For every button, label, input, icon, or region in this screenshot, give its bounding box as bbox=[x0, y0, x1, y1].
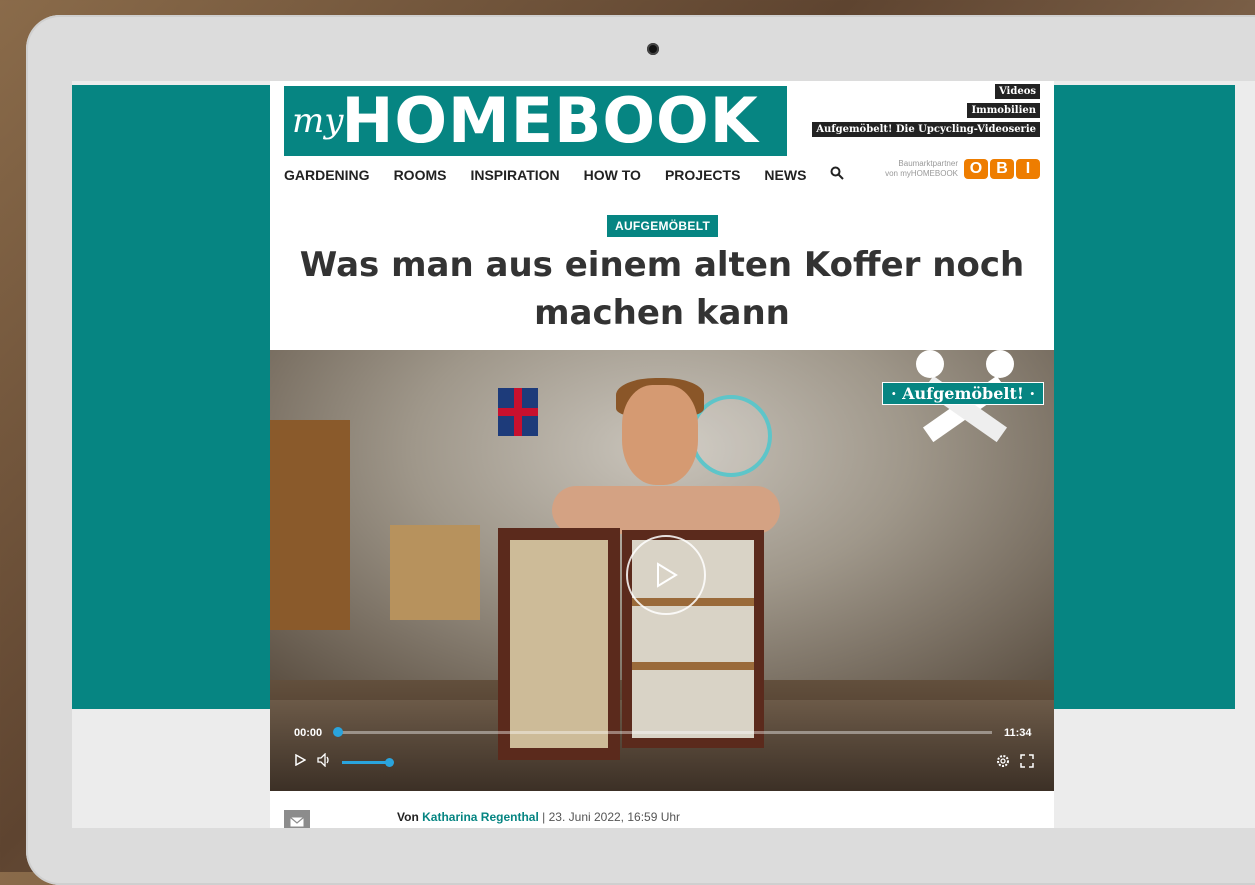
progress-bar[interactable] bbox=[334, 731, 992, 734]
thumbnail-flag bbox=[498, 388, 538, 436]
duration: 11:34 bbox=[1004, 727, 1032, 739]
video-player[interactable]: · Aufgemöbelt! · 00:00 11:34 bbox=[270, 350, 1054, 791]
suitcase-lid-lining bbox=[510, 540, 608, 748]
byline-prefix: Von bbox=[397, 810, 419, 824]
browser-viewport: my HOMEBOOK Videos Immobilien Aufgemöbel… bbox=[72, 81, 1255, 828]
nav-item-projects[interactable]: PROJECTS bbox=[665, 167, 740, 183]
newsletter-mail-icon[interactable] bbox=[284, 810, 310, 828]
search-icon[interactable] bbox=[830, 165, 845, 184]
top-link-immobilien[interactable]: Immobilien bbox=[967, 103, 1040, 118]
category-badge[interactable]: AUFGEMÖBELT bbox=[607, 215, 719, 237]
article-byline: Von Katharina Regenthal | 23. Juni 2022,… bbox=[397, 810, 680, 824]
obi-letter-i: I bbox=[1016, 159, 1040, 179]
top-link-aufgemoebelt[interactable]: Aufgemöbelt! Die Upcycling-Videoserie bbox=[812, 122, 1040, 137]
article-title: Was man aus einem alten Koffer noch mach… bbox=[299, 245, 1025, 333]
top-link-videos[interactable]: Videos bbox=[994, 84, 1040, 99]
thumbnail-cabinet bbox=[270, 420, 350, 630]
top-links: Videos Immobilien Aufgemöbelt! Die Upcyc… bbox=[812, 84, 1040, 137]
nav-item-rooms[interactable]: ROOMS bbox=[394, 167, 447, 183]
progress-handle[interactable] bbox=[333, 727, 343, 737]
suitcase-shelf-board bbox=[632, 662, 754, 670]
thumbnail-suitcase-lid bbox=[498, 528, 620, 760]
thumbnail-arms bbox=[552, 486, 780, 534]
publish-date: | 23. Juni 2022, 16:59 Uhr bbox=[542, 810, 681, 824]
nav-item-inspiration[interactable]: INSPIRATION bbox=[470, 167, 559, 183]
nav-item-gardening[interactable]: GARDENING bbox=[284, 167, 370, 183]
wrench-icon bbox=[916, 350, 1014, 443]
logo-main: HOMEBOOK bbox=[341, 84, 759, 157]
main-nav: GARDENING ROOMS INSPIRATION HOW TO PROJE… bbox=[284, 165, 845, 184]
obi-logo: O B I bbox=[964, 159, 1040, 179]
article-page: my HOMEBOOK Videos Immobilien Aufgemöbel… bbox=[270, 81, 1054, 828]
volume-icon[interactable] bbox=[317, 752, 333, 771]
author-link[interactable]: Katharina Regenthal bbox=[422, 810, 539, 824]
thumbnail-shelf bbox=[390, 525, 480, 620]
site-logo[interactable]: my HOMEBOOK bbox=[284, 86, 787, 156]
play-button[interactable] bbox=[294, 753, 307, 770]
nav-item-how-to[interactable]: HOW TO bbox=[584, 167, 641, 183]
play-overlay-button[interactable] bbox=[626, 535, 706, 615]
partner-line-2: von myHOMEBOOK bbox=[885, 169, 958, 178]
volume-handle[interactable] bbox=[385, 758, 394, 767]
logo-prefix: my bbox=[292, 101, 344, 141]
obi-letter-o: O bbox=[964, 159, 988, 179]
series-badge: · Aufgemöbelt! · bbox=[882, 382, 1045, 405]
obi-letter-b: B bbox=[990, 159, 1014, 179]
partner-line-1: Baumarktpartner bbox=[898, 159, 958, 168]
volume-slider[interactable] bbox=[342, 761, 390, 764]
fullscreen-icon[interactable] bbox=[1020, 754, 1034, 772]
webcam bbox=[647, 43, 659, 55]
thumbnail-face bbox=[622, 385, 698, 485]
nav-item-news[interactable]: NEWS bbox=[764, 167, 806, 183]
current-time: 00:00 bbox=[294, 727, 323, 739]
partner-text: Baumarktpartner von myHOMEBOOK bbox=[885, 159, 958, 179]
settings-icon[interactable] bbox=[996, 754, 1010, 772]
partner-block[interactable]: Baumarktpartner von myHOMEBOOK O B I bbox=[885, 159, 1040, 179]
play-icon bbox=[657, 562, 678, 588]
